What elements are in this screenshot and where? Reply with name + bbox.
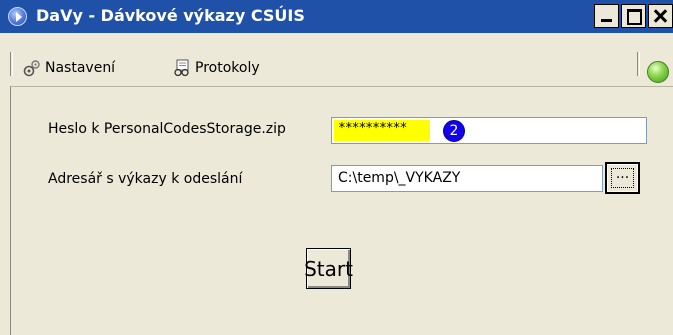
window-title: DaVy - Dávkové výkazy CSÚIS [36,6,305,25]
protocols-label: Protokoly [195,60,260,76]
browse-button[interactable]: ... [605,162,640,194]
settings-label: Nastavení [45,60,116,76]
status-led-icon [647,61,669,83]
browse-label: ... [607,164,638,192]
password-value: ********** [338,121,407,136]
toolbar: Nastavení Protokoly [0,33,673,86]
directory-label: Adresář s výkazy k odeslání [48,171,243,187]
password-field[interactable]: ********** 2 [331,117,647,144]
app-window: DaVy - Dávkové výkazy CSÚIS Nastavení Pr… [0,0,673,335]
close-button[interactable] [648,4,673,28]
app-icon [8,7,27,26]
settings-button[interactable]: Nastavení [23,57,115,79]
maximize-button[interactable] [621,4,646,28]
gears-icon [23,60,40,77]
main-panel: Heslo k PersonalCodesStorage.zip *******… [10,86,673,335]
protocols-button[interactable]: Protokoly [173,57,260,79]
step-badge: 2 [443,120,465,142]
minimize-button[interactable] [594,4,619,28]
document-glasses-icon [174,59,189,77]
title-bar: DaVy - Dávkové výkazy CSÚIS [0,0,673,33]
toolbar-grip[interactable] [637,52,640,76]
password-label: Heslo k PersonalCodesStorage.zip [48,121,286,137]
window-controls [592,4,673,29]
start-button[interactable]: Start [304,248,353,289]
directory-field[interactable]: C:\temp\_VYKAZY [331,165,603,192]
toolbar-grip[interactable] [10,52,13,76]
